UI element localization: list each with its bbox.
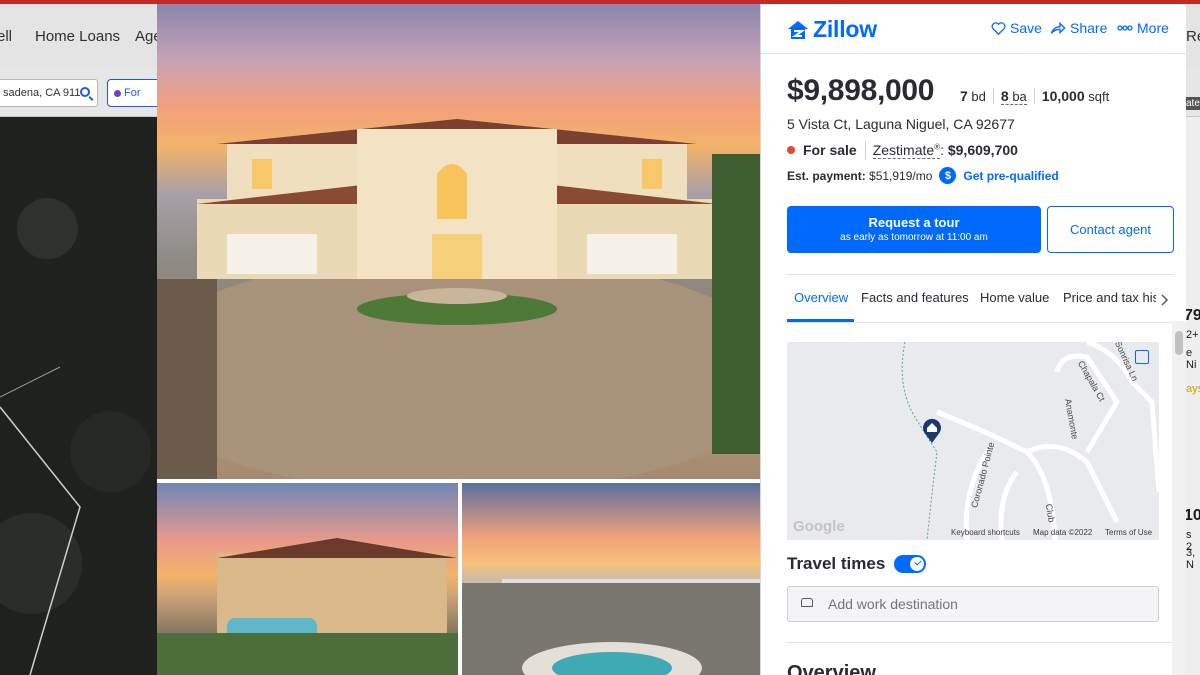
panel-scroll-thumb[interactable] [1175,331,1183,355]
bg-fragment-4: ays [1186,383,1200,395]
keyboard-shortcuts-link[interactable]: Keyboard shortcuts [951,528,1020,537]
payment-row: Est. payment: $51,919/mo $ Get pre-quali… [787,167,1059,184]
car-icon [801,598,813,607]
expand-map-icon[interactable] [1135,350,1149,364]
overview-heading: Overview [787,662,876,675]
chevron-right-icon [1161,293,1169,306]
beds-value: 7 [960,88,968,104]
photo-gallery [157,4,760,675]
bg-fragment-7: 3, N [1186,547,1196,571]
terms-of-use-link[interactable]: Terms of Use [1105,528,1152,537]
bg-nav-item-rentals[interactable]: Re [1186,28,1200,45]
share-button[interactable]: Share [1050,20,1107,36]
beds-unit: bd [971,89,986,104]
detail-tabs: Overview Facts and features Home value P… [787,274,1174,323]
status-dot-icon [787,146,795,154]
check-icon [914,558,922,566]
zestimate-value: $9,609,700 [947,142,1018,158]
prequalify-link[interactable]: Get pre-qualified [963,169,1058,183]
save-button[interactable]: Save [991,20,1042,36]
pool-side-photo[interactable] [157,483,458,675]
travel-times-toggle[interactable] [894,555,927,573]
background-map[interactable] [0,117,158,675]
active-tab-indicator [787,319,854,322]
map-boundary-lines [0,366,81,675]
bg-price-fragment: 79 [1184,307,1200,324]
status-row: For sale Zestimate®: $9,609,700 [787,141,1026,159]
zillow-logo[interactable]: Zillow [787,16,877,43]
bg-nav-item-home-loans[interactable]: Home Loans [35,28,120,45]
bg-fragment-2: 2+ [1186,329,1199,341]
section-divider [787,642,1174,643]
save-label: Save [1010,20,1042,36]
baths-stat[interactable]: 8 ba [992,88,1034,105]
tab-home-value[interactable]: Home value [980,290,1049,305]
bg-filter-label: For [124,87,141,99]
search-icon[interactable] [80,87,90,97]
mansion-illustration [157,119,760,479]
request-tour-button[interactable]: Request a tour as early as tomorrow at 1… [787,206,1041,253]
more-dots-icon [1117,25,1133,31]
share-label: Share [1070,20,1108,36]
home-stats: 7 bd 8 ba 10,000 sqft [953,88,1116,105]
work-destination-input[interactable] [787,586,1159,622]
travel-times-row: Travel times [787,554,927,574]
baths-unit: ba [1012,89,1027,104]
sqft-unit: sqft [1088,89,1110,104]
tour-title: Request a tour [868,215,960,230]
listing-price: $9,898,000 [787,74,935,107]
zillow-house-icon [788,20,808,39]
bg-nav-item-sell[interactable]: ell [0,28,12,45]
panel-header: Zillow Save Share More [761,4,1187,54]
tour-subtitle: as early as tomorrow at 11:00 am [840,232,988,243]
brand-name: Zillow [813,16,877,42]
main-listing-photo[interactable] [157,4,760,479]
map-pin-icon [923,418,941,443]
listing-detail-panel: Zillow Save Share More $9,898,000 7 bd 8… [760,4,1187,675]
travel-times-title: Travel times [787,554,886,573]
bg-fragment-5: 10 [1184,507,1200,524]
tab-overview[interactable]: Overview [794,290,848,305]
location-map[interactable]: Coronado Pointe Chapala Ct Anamonte Sonr… [787,342,1159,540]
payment-label: Est. payment: [787,168,866,183]
map-data-attribution: Map data ©2022 [1033,528,1093,537]
heart-icon [991,22,1006,35]
tab-facts-and-features[interactable]: Facts and features [861,290,969,305]
contact-agent-button[interactable]: Contact agent [1047,206,1174,253]
sqft-value: 10,000 [1041,88,1085,104]
status-text: For sale [803,142,857,158]
zestimate-label[interactable]: Zestimate® [872,142,941,159]
bg-fragment-8: ate [1184,97,1200,110]
payment-value[interactable]: $51,919/mo [869,169,932,183]
baths-value: 8 [1000,88,1009,104]
status-divider [864,141,866,159]
google-logo: Google [793,518,845,535]
share-arrow-icon [1050,21,1066,35]
beds-stat: 7 bd [953,88,993,104]
pool-house-illustration [157,538,458,675]
map-streets [901,342,1159,540]
ocean-view-photo[interactable] [462,483,760,675]
bg-search-value: sadena, CA 911 [3,87,81,99]
bg-search-input[interactable]: sadena, CA 911 [0,79,98,107]
panel-scrollbar[interactable] [1172,321,1186,675]
dollar-icon: $ [939,167,957,184]
bg-fragment-3: e Ni [1186,347,1197,371]
listing-address: 5 Vista Ct, Laguna Niguel, CA 92677 [787,116,1015,132]
ocean-terrace-illustration [462,579,760,675]
more-button[interactable]: More [1117,20,1169,36]
sqft-stat: 10,000 sqft [1033,88,1116,104]
tabs-scroll-button[interactable] [1156,275,1174,322]
more-label: More [1137,20,1169,36]
